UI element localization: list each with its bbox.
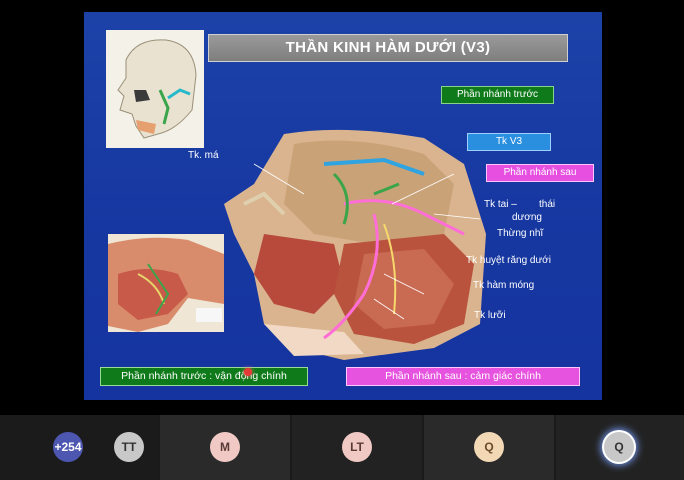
label-tk-v3: Tk V3: [467, 133, 551, 151]
slide-title: THẦN KINH HÀM DƯỚI (V3): [208, 34, 568, 62]
label-auriculotemporal: Tk tai –: [484, 199, 517, 210]
overflow-count-badge[interactable]: +254: [53, 432, 83, 462]
participant-tile[interactable]: +254 TT: [0, 415, 158, 480]
participant-bar: +254 TT M LT Q Q: [0, 415, 684, 480]
laser-pointer-dot: [244, 368, 252, 376]
label-posterior-branch: Phần nhánh sau: [486, 164, 594, 182]
avatar[interactable]: Q: [604, 432, 634, 462]
avatar[interactable]: TT: [114, 432, 144, 462]
label-anterior-branch: Phần nhánh trước: [441, 86, 554, 104]
label-auriculotemporal-2: thái: [539, 199, 556, 210]
avatar[interactable]: LT: [342, 432, 372, 462]
head-anatomy-illustration: [224, 129, 486, 360]
avatar[interactable]: M: [210, 432, 240, 462]
footer-posterior-branch: Phần nhánh sau : cảm giác chính: [346, 367, 580, 386]
participant-tile[interactable]: LT: [292, 415, 422, 480]
label-lingual: Tk lưỡi: [474, 310, 506, 321]
label-auriculotemporal-3: dương: [512, 212, 542, 223]
label-tk-ma: Tk. má: [188, 150, 219, 161]
participant-tile[interactable]: Q: [424, 415, 554, 480]
participant-tile[interactable]: M: [160, 415, 290, 480]
participant-tile-active[interactable]: Q: [556, 415, 684, 480]
avatar[interactable]: Q: [474, 432, 504, 462]
label-chorda-tympani: Thừng nhĩ: [497, 228, 544, 239]
presentation-slide: THẦN KINH HÀM DƯỚI (V3) Tk. má Phần nhán…: [84, 12, 602, 400]
label-mylohyoid: Tk hàm móng: [473, 280, 535, 291]
skull-illustration: [106, 30, 204, 148]
footer-anterior-branch: Phần nhánh trước : vận động chính: [100, 367, 308, 386]
label-inferior-alveolar: Tk huyệt răng dưới: [466, 255, 551, 266]
jaw-illustration: [108, 234, 224, 332]
